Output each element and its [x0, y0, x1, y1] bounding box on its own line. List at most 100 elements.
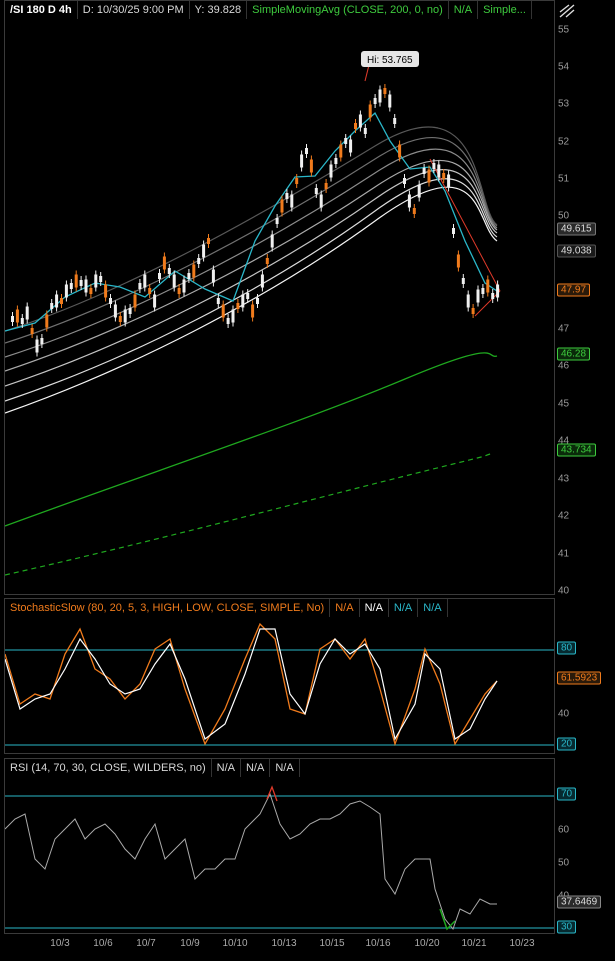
sma-dashed-line: [5, 452, 494, 576]
candle-body: [471, 308, 475, 314]
price-tick: 47: [558, 323, 570, 335]
candle-body: [442, 173, 446, 179]
candle-body: [275, 218, 279, 224]
candle-body: [236, 303, 240, 309]
rsi-line: [5, 792, 497, 931]
candle-body: [79, 280, 83, 286]
price-tag-last: 47.97: [557, 283, 591, 297]
candle-body: [383, 88, 387, 94]
candle-body: [452, 228, 455, 234]
stoch-y-axis[interactable]: 40 80 61.5923 20: [555, 598, 615, 754]
candle-body: [358, 114, 362, 128]
price-tick: 46: [558, 360, 570, 372]
price-tag-sma200: 46.28: [557, 347, 591, 361]
candle-body: [393, 118, 397, 124]
price-y-axis[interactable]: 555453525150484746454443424140 49.615 49…: [555, 0, 615, 597]
candle-body: [89, 288, 93, 294]
candle-body: [427, 169, 431, 183]
candle-body: [216, 298, 220, 304]
sma200-line: [5, 352, 498, 527]
candle-body: [251, 304, 255, 318]
candle-body: [177, 288, 181, 294]
stochastic-panel[interactable]: StochasticSlow (80, 20, 5, 3, HIGH, LOW,…: [4, 598, 555, 754]
price-tick: 55: [558, 24, 570, 36]
candle-body: [324, 183, 328, 189]
candle-body: [300, 154, 304, 168]
candle-body: [349, 139, 353, 153]
candle-body: [403, 178, 406, 184]
price-tick: 41: [558, 548, 570, 560]
candle-body: [437, 164, 441, 178]
rsi-chart[interactable]: [5, 759, 554, 933]
price-tick: 40: [558, 585, 570, 597]
candle-body: [280, 199, 284, 213]
candle-body: [94, 274, 98, 288]
price-tick: 52: [558, 136, 570, 148]
settings-icon[interactable]: [558, 3, 576, 19]
x-axis-label: 10/13: [271, 938, 297, 949]
candle-body: [314, 188, 318, 194]
rsi-panel[interactable]: RSI (14, 70, 30, CLOSE, WILDERS, no) N/A…: [4, 758, 555, 934]
candle-body: [256, 298, 259, 304]
stoch-tag-80: 80: [557, 641, 577, 655]
price-tick: 51: [558, 173, 570, 185]
candle-body: [128, 308, 132, 314]
candle-body: [407, 194, 411, 208]
candle-body: [138, 283, 142, 289]
candle-body: [265, 258, 269, 264]
stoch-tag-20: 20: [557, 737, 577, 751]
candle-body: [344, 138, 348, 144]
candle-body: [319, 194, 323, 208]
price-tick: 53: [558, 98, 570, 110]
rsi-tag-70: 70: [557, 787, 577, 801]
candle-body: [466, 294, 470, 308]
candle-body: [15, 309, 19, 323]
candle-body: [496, 284, 500, 298]
candle-body: [162, 256, 166, 270]
candle-body: [461, 278, 465, 284]
stoch-chart[interactable]: [5, 599, 554, 753]
x-axis-label: 10/3: [50, 938, 70, 949]
candle-body: [221, 304, 225, 318]
price-panel[interactable]: /SI 180 D 4h D: 10/30/25 9:00 PM Y: 39.8…: [4, 0, 555, 595]
price-tag-49615: 49.615: [557, 222, 596, 236]
candle-body: [231, 309, 235, 323]
rsi-y-axis[interactable]: 70 60 50 40 37.6469 30: [555, 758, 615, 934]
candle-body: [378, 89, 382, 103]
candle-body: [339, 144, 343, 158]
candle-body: [84, 279, 88, 293]
candle-body: [64, 284, 68, 298]
candle-body: [202, 244, 206, 258]
stoch-tick-40: 40: [558, 708, 570, 720]
candle-body: [104, 284, 108, 298]
price-tick: 42: [558, 510, 570, 522]
x-axis-label: 10/16: [365, 938, 391, 949]
candle-body: [118, 316, 122, 322]
rsi-tag-30: 30: [557, 920, 577, 934]
candle-body: [486, 279, 490, 293]
candle-body: [30, 328, 34, 334]
candle-body: [388, 94, 392, 108]
candle-body: [60, 298, 63, 304]
candle-body: [11, 316, 14, 322]
price-chart[interactable]: Hi: 53.765: [5, 1, 554, 594]
x-axis[interactable]: 10/3 10/6 10/7 10/9 10/10 10/13 10/15 10/16 10/2…: [0, 934, 615, 961]
candle-body: [309, 159, 313, 173]
candle-body: [20, 318, 24, 324]
candle-body: [99, 276, 103, 282]
candle-body: [447, 174, 451, 188]
x-axis-label: 10/6: [93, 938, 113, 949]
candle-body: [45, 314, 49, 328]
rsi-tick-60: 60: [558, 824, 570, 836]
candle-body: [422, 168, 426, 174]
rsi-tick-50: 50: [558, 857, 570, 869]
candle-body: [25, 306, 29, 320]
candle-body: [158, 273, 161, 279]
candle-body: [295, 178, 299, 184]
candle-body: [123, 309, 127, 323]
hi-label: Hi: 53.765: [367, 55, 413, 66]
candle-body: [368, 104, 372, 118]
candle-body: [491, 293, 495, 299]
candle-body: [113, 304, 117, 318]
candle-body: [148, 288, 152, 294]
